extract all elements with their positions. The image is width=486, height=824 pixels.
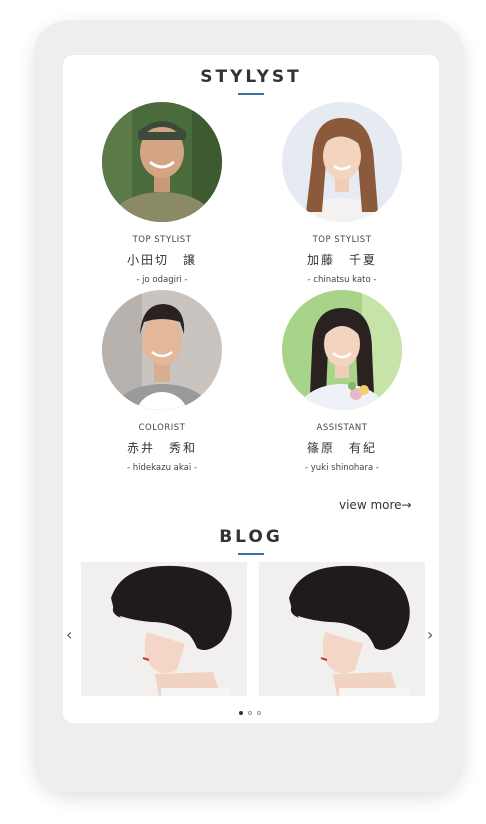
carousel-dot-3[interactable] <box>257 711 261 715</box>
carousel-dot-1[interactable] <box>239 711 243 715</box>
stylist-romaji-2: - chinatsu kato - <box>307 275 377 285</box>
chevron-right-icon[interactable]: › <box>427 625 433 644</box>
stylist-photo-2[interactable] <box>282 102 402 222</box>
stylist-photo-1[interactable] <box>102 102 222 222</box>
stylist-name-1: 小田切 譲 <box>126 253 197 267</box>
phone-screen: STYLYST TOP STYLIST 小田切 譲 - jo odagiri - <box>63 55 439 723</box>
stylist-photo-4[interactable] <box>282 290 402 410</box>
stylist-name-3: 赤井 秀和 <box>126 441 197 455</box>
stylist-name-4: 篠原 有紀 <box>306 441 377 455</box>
stylist-role-2: TOP STYLIST <box>312 235 372 245</box>
chevron-left-icon[interactable]: ‹ <box>66 625 72 644</box>
stylist-title-underline <box>238 93 264 95</box>
stylist-section-title: STYLYST <box>200 67 302 87</box>
stylist-role-4: ASSISTANT <box>316 423 368 433</box>
stylist-card-4[interactable]: ASSISTANT 篠原 有紀 - yuki shinohara - <box>262 290 422 473</box>
stylist-name-2: 加藤 千夏 <box>306 253 377 267</box>
view-more-link[interactable]: view more→ <box>339 498 412 512</box>
stylist-romaji-4: - yuki shinohara - <box>304 463 379 473</box>
blog-card-1[interactable] <box>81 562 247 696</box>
stylist-role-3: COLORIST <box>138 423 186 433</box>
carousel-dot-2[interactable] <box>248 711 252 715</box>
stylist-romaji-3: - hidekazu akai - <box>127 463 197 473</box>
stylist-photo-3[interactable] <box>102 290 222 410</box>
carousel-dots <box>239 711 261 715</box>
stylist-role-1: TOP STYLIST <box>132 235 192 245</box>
stylist-romaji-1: - jo odagiri - <box>136 275 188 285</box>
blog-section-title: BLOG <box>219 527 283 547</box>
stylist-card-2[interactable]: TOP STYLIST 加藤 千夏 - chinatsu kato - <box>262 102 422 285</box>
stylist-card-1[interactable]: TOP STYLIST 小田切 譲 - jo odagiri - <box>82 102 242 285</box>
blog-card-2[interactable] <box>259 562 425 696</box>
stylist-card-3[interactable]: COLORIST 赤井 秀和 - hidekazu akai - <box>82 290 242 473</box>
blog-title-underline <box>238 553 264 555</box>
